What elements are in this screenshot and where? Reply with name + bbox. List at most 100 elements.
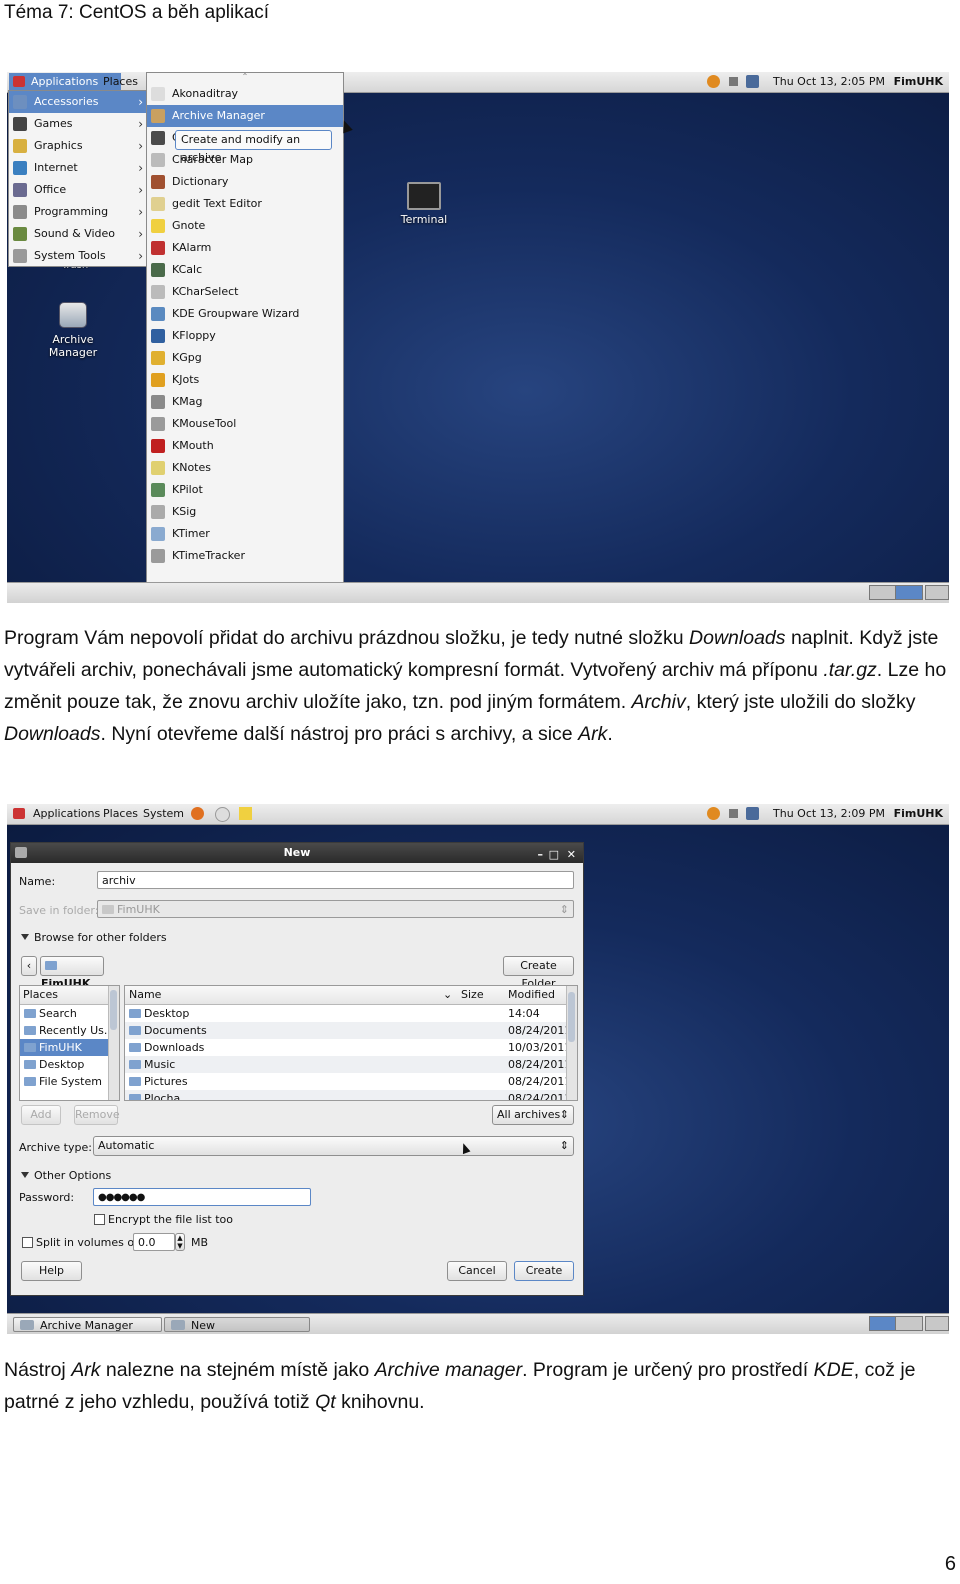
menu-item-category[interactable]: Games › [9, 113, 147, 135]
applications-menu[interactable]: Applications [33, 807, 100, 820]
places-item[interactable]: Desktop [20, 1056, 119, 1073]
menu-item-category[interactable]: Accessories › [9, 91, 147, 113]
menu-item-application[interactable]: KMag [147, 391, 343, 413]
menu-item-application[interactable]: Dictionary [147, 171, 343, 193]
workspace-1[interactable] [869, 585, 897, 600]
archive-type-select[interactable]: Automatic ⇕ [93, 1136, 574, 1156]
menu-item-application[interactable]: KJots [147, 369, 343, 391]
places-menu[interactable]: Places [103, 75, 138, 88]
files-scrollbar[interactable] [566, 986, 577, 1100]
places-header[interactable]: Places [20, 986, 119, 1005]
clock[interactable]: Thu Oct 13, 2:09 PM [773, 807, 885, 820]
menu-item-application[interactable]: KSig [147, 501, 343, 523]
dialog-titlebar[interactable]: New – □ ✕ [11, 843, 583, 863]
menu-item-category[interactable]: Sound & Video › [9, 223, 147, 245]
desktop-icon-terminal[interactable]: Terminal [399, 182, 449, 226]
network-icon[interactable] [746, 75, 759, 88]
network-icon[interactable] [746, 807, 759, 820]
menu-item-category[interactable]: Office › [9, 179, 147, 201]
close-icon[interactable]: ✕ [567, 845, 576, 865]
menu-item-application[interactable]: Character Map [147, 149, 343, 171]
create-folder-button[interactable]: Create Folder [503, 956, 574, 990]
places-scrollbar[interactable] [108, 986, 119, 1100]
file-row[interactable]: Desktop 14:04 [125, 1005, 577, 1022]
update-notifier-icon[interactable] [707, 75, 720, 88]
menu-item-application[interactable]: KTimer [147, 523, 343, 545]
column-modified[interactable]: Modified [508, 986, 555, 1004]
places-item[interactable]: FimUHK [20, 1039, 119, 1056]
password-input[interactable]: ●●●●●● [93, 1188, 311, 1206]
remove-button[interactable]: Remove [74, 1105, 120, 1125]
places-menu[interactable]: Places [103, 807, 138, 820]
help-button[interactable]: Help [21, 1261, 82, 1281]
menu-item-application[interactable]: KNotes [147, 457, 343, 479]
browse-expander[interactable]: Browse for other folders [21, 931, 167, 944]
column-name[interactable]: Name [129, 986, 161, 1004]
mail-icon[interactable] [215, 807, 230, 822]
firefox-icon[interactable] [191, 807, 204, 820]
scroll-thumb[interactable] [568, 992, 575, 1042]
menu-item-application[interactable]: Gnote [147, 215, 343, 237]
other-options-expander[interactable]: Other Options [21, 1169, 111, 1182]
volume-icon[interactable] [729, 77, 738, 86]
maximize-icon[interactable]: □ [549, 845, 559, 865]
path-back-button[interactable]: ‹ [21, 956, 37, 976]
menu-item-category[interactable]: Internet › [9, 157, 147, 179]
menu-item-category[interactable]: System Tools › [9, 245, 147, 267]
menu-item-application[interactable]: KCharSelect [147, 281, 343, 303]
file-row[interactable]: Documents 08/24/2011 [125, 1022, 577, 1039]
cancel-button[interactable]: Cancel [447, 1261, 507, 1281]
scroll-thumb[interactable] [110, 990, 117, 1030]
menu-item-application[interactable]: KDE Groupware Wizard [147, 303, 343, 325]
menu-item-application[interactable]: KFloppy [147, 325, 343, 347]
volume-icon[interactable] [729, 809, 738, 818]
add-button[interactable]: Add [21, 1105, 61, 1125]
places-item[interactable]: Search [20, 1005, 119, 1022]
save-in-folder-select[interactable]: FimUHK ⇕ [97, 900, 574, 918]
split-volume-size-input[interactable]: 0.0 [133, 1233, 175, 1251]
create-button[interactable]: Create [514, 1261, 574, 1281]
menu-item-application[interactable]: KPilot [147, 479, 343, 501]
workspace-1[interactable] [869, 1316, 897, 1331]
minimize-icon[interactable]: – [538, 845, 544, 865]
system-menu[interactable]: System [143, 807, 184, 820]
notes-icon[interactable] [239, 807, 252, 820]
menu-item-application[interactable]: Akonaditray [147, 83, 343, 105]
menu-item-category[interactable]: Programming › [9, 201, 147, 223]
user-menu[interactable]: FimUHK [894, 807, 943, 820]
menu-item-application[interactable]: KMouth [147, 435, 343, 457]
trash-applet-icon[interactable] [925, 1316, 949, 1331]
file-row[interactable]: Music 08/24/2011 [125, 1056, 577, 1073]
encrypt-file-list-checkbox[interactable] [94, 1214, 105, 1225]
split-volumes-checkbox[interactable] [22, 1237, 33, 1248]
menu-item-category[interactable]: Graphics › [9, 135, 147, 157]
clock[interactable]: Thu Oct 13, 2:05 PM [773, 75, 885, 88]
user-menu[interactable]: FimUHK [894, 75, 943, 88]
workspace-2[interactable] [895, 585, 923, 600]
spin-buttons[interactable]: ▲ ▼ [175, 1233, 185, 1251]
trash-applet-icon[interactable] [925, 585, 949, 600]
menu-item-application[interactable]: KGpg [147, 347, 343, 369]
menu-item-application[interactable]: KMouseTool [147, 413, 343, 435]
menu-item-application[interactable]: KAlarm [147, 237, 343, 259]
file-row[interactable]: Plocha 08/24/2011 [125, 1090, 577, 1100]
scroll-up-arrow-icon[interactable]: ⌃ [147, 73, 343, 83]
column-size[interactable]: Size [461, 986, 484, 1004]
workspace-2[interactable] [895, 1316, 923, 1331]
file-row[interactable]: Downloads 10/03/2011 [125, 1039, 577, 1056]
menu-item-application[interactable]: gedit Text Editor [147, 193, 343, 215]
menu-item-application[interactable]: Archive Manager [147, 105, 343, 127]
menu-item-application[interactable]: KTimeTracker [147, 545, 343, 567]
taskbar-archive-manager[interactable]: Archive Manager [13, 1317, 162, 1332]
path-button-fimuhk[interactable]: FimUHK [40, 956, 104, 990]
places-item[interactable]: File System [20, 1073, 119, 1090]
menu-item-application[interactable]: KCalc [147, 259, 343, 281]
places-item[interactable]: Recently Us... [20, 1022, 119, 1039]
name-input[interactable]: archiv [97, 871, 574, 889]
update-notifier-icon[interactable] [707, 807, 720, 820]
desktop-icon-archive-manager[interactable]: Archive Manager [27, 302, 119, 359]
file-row[interactable]: Pictures 08/24/2011 [125, 1073, 577, 1090]
taskbar-new[interactable]: New [164, 1317, 310, 1332]
archive-filter-select[interactable]: All archives ⇕ [492, 1105, 574, 1125]
applications-menu[interactable]: Applications [31, 75, 98, 88]
